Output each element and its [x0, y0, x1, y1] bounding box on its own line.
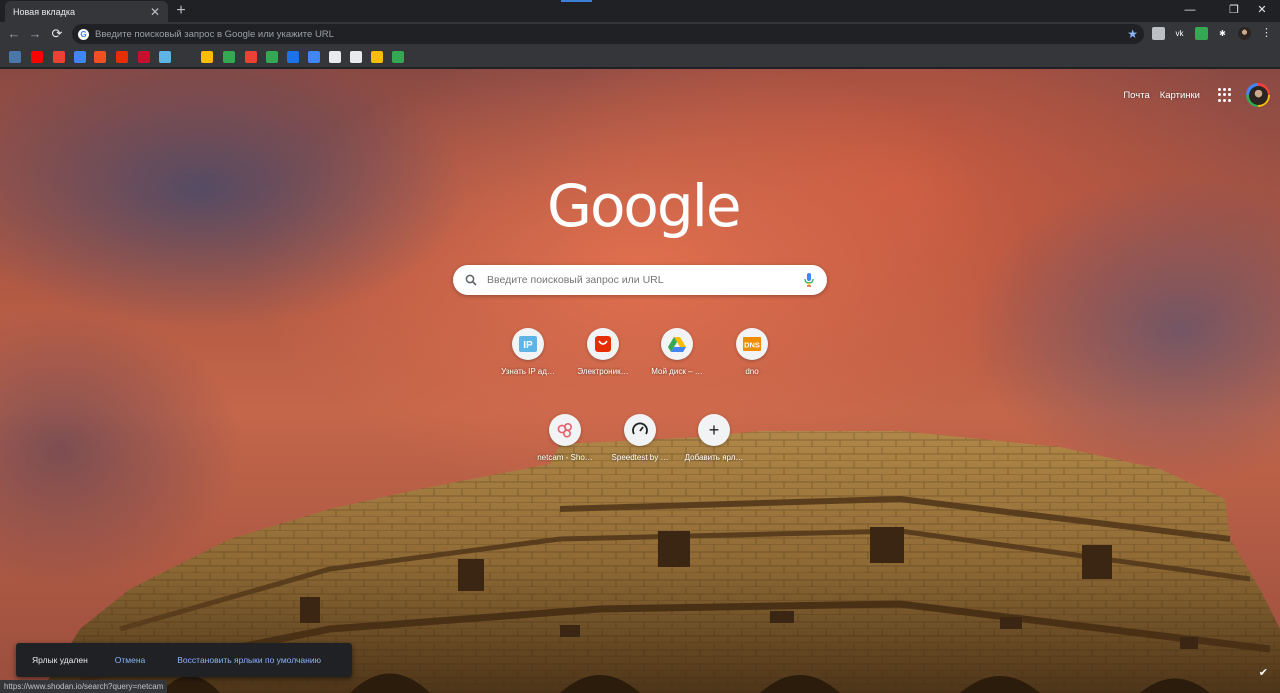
- tab-strip: Новая вкладка ✕ + — ❐ ✕: [0, 0, 1280, 22]
- shortcut-tile[interactable]: Электроник…: [565, 322, 641, 386]
- maps-bookmark-icon[interactable]: [266, 51, 278, 63]
- gmail-bookmark-icon[interactable]: [53, 51, 65, 63]
- dns-icon: DNS: [743, 337, 761, 351]
- profile-avatar-icon[interactable]: [1238, 27, 1251, 40]
- speedtest-icon: [632, 422, 648, 435]
- restore-defaults-button[interactable]: Восстановить ярлыки по умолчанию: [177, 655, 321, 665]
- new-tab-button[interactable]: +: [172, 2, 190, 20]
- shield-extension-icon[interactable]: [1195, 27, 1208, 40]
- drive-icon: [668, 337, 686, 352]
- images-link[interactable]: Картинки: [1160, 90, 1200, 101]
- shortcut-icon-circle: [587, 328, 619, 360]
- shortcut-label: Электроник…: [577, 367, 629, 376]
- scanner-bookmark-icon[interactable]: [329, 51, 341, 63]
- shortcut-tile[interactable]: Speedtest by …: [602, 408, 678, 472]
- google-g-icon: G: [78, 28, 89, 40]
- shortcut-icon-circle: [661, 328, 693, 360]
- new-tab-page: Почта Картинки Google Введите поисковый …: [0, 69, 1280, 693]
- search-input[interactable]: [487, 274, 803, 286]
- google-logo: Google: [547, 172, 742, 240]
- extension-tile-icon[interactable]: [1152, 27, 1165, 40]
- ip-icon: IP: [519, 336, 537, 352]
- search-icon: [465, 274, 477, 286]
- shortcut-label: dno: [745, 367, 759, 376]
- shortcut-label: Добавить ярл…: [684, 453, 744, 462]
- omnibox-placeholder: Введите поисковый запрос в Google или ук…: [95, 28, 334, 40]
- svg-text:DNS: DNS: [744, 341, 760, 350]
- shortcut-icon-circle: DNS: [736, 328, 768, 360]
- tab-close-icon[interactable]: ✕: [150, 6, 160, 18]
- vk-bookmark-icon[interactable]: [9, 51, 21, 63]
- youtube-bookmark-icon[interactable]: [31, 51, 43, 63]
- wave-bookmark-icon[interactable]: [287, 51, 299, 63]
- avatar-image: [1248, 85, 1268, 105]
- search-box[interactable]: [453, 265, 827, 295]
- account-avatar[interactable]: [1246, 83, 1270, 107]
- puzzle-extensions-icon[interactable]: ✱: [1216, 27, 1229, 40]
- mail-link[interactable]: Почта: [1123, 90, 1149, 101]
- ip-bookmark-icon[interactable]: [159, 51, 171, 63]
- plus-icon: +: [708, 420, 720, 440]
- back-button[interactable]: ←: [5, 25, 23, 43]
- shortcut-tile[interactable]: Мой диск – …: [639, 322, 715, 386]
- toast-message: Ярлык удален: [32, 655, 88, 665]
- menu-kebab-icon[interactable]: ⋮: [1260, 27, 1273, 40]
- status-bar-url: https://www.shodan.io/search?query=netca…: [0, 680, 168, 693]
- microphone-icon[interactable]: [803, 273, 815, 287]
- shortcut-tile[interactable]: IP Узнать IP ад…: [490, 322, 566, 386]
- shortcut-label: Speedtest by …: [611, 453, 669, 462]
- apps-grid-icon[interactable]: [1218, 88, 1232, 102]
- shortcut-label: Мой диск – …: [651, 367, 703, 376]
- colorful-bookmark-icon[interactable]: [201, 51, 213, 63]
- svg-text:IP: IP: [523, 340, 533, 351]
- toolbar: ← → ⟳ G Введите поисковый запрос в Googl…: [0, 22, 1280, 46]
- shortcut-label: Узнать IP ад…: [501, 367, 555, 376]
- customize-icon[interactable]: ✔: [1259, 666, 1268, 679]
- shortcut-removed-toast: Ярлык удален Отмена Восстановить ярлыки …: [16, 643, 352, 677]
- microsoft-bookmark-icon[interactable]: [94, 51, 106, 63]
- maps-bookmark-icon-2[interactable]: [371, 51, 383, 63]
- google-doc-bookmark-icon[interactable]: [308, 51, 320, 63]
- drive-bookmark-icon[interactable]: [392, 51, 404, 63]
- photos-bookmark-icon[interactable]: [223, 51, 235, 63]
- shortcut-label: netcam - Sho…: [537, 453, 593, 462]
- shortcut-icon-circle: [549, 414, 581, 446]
- aliexpress-bookmark-icon[interactable]: [116, 51, 128, 63]
- shodan-bookmark-icon[interactable]: [138, 51, 150, 63]
- shortcut-tile[interactable]: netcam - Sho…: [527, 408, 603, 472]
- aliexpress-icon: [595, 336, 611, 352]
- tab-new-tab[interactable]: Новая вкладка ✕: [5, 1, 168, 22]
- forward-button[interactable]: →: [26, 25, 44, 43]
- bookmark-star-icon[interactable]: ★: [1127, 27, 1138, 41]
- close-window-button[interactable]: ✕: [1244, 0, 1280, 20]
- shodan-icon: [557, 422, 573, 438]
- bookmarks-bar: [0, 46, 1280, 68]
- shortcut-icon-circle: [624, 414, 656, 446]
- shortcut-icon-circle: +: [698, 414, 730, 446]
- browser-window: Новая вкладка ✕ + — ❐ ✕ ← → ⟳ G Введите …: [0, 0, 1280, 693]
- vk-icon[interactable]: vk: [1173, 27, 1186, 40]
- omnibox[interactable]: G Введите поисковый запрос в Google или …: [72, 24, 1144, 44]
- window-accent-line: [561, 0, 592, 2]
- top-links: Почта Картинки: [1123, 83, 1280, 107]
- shortcut-tile[interactable]: DNS dno: [714, 322, 790, 386]
- github-bookmark-icon[interactable]: [350, 51, 362, 63]
- reload-button[interactable]: ⟳: [48, 25, 66, 43]
- shortcut-icon-circle: IP: [512, 328, 544, 360]
- tab-title: Новая вкладка: [13, 6, 76, 17]
- add-shortcut-button[interactable]: + Добавить ярл…: [676, 408, 752, 472]
- undo-button[interactable]: Отмена: [115, 655, 146, 665]
- docs-bookmark-icon[interactable]: [74, 51, 86, 63]
- minimize-button[interactable]: —: [1172, 0, 1208, 20]
- gmail-bookmark-icon-2[interactable]: [245, 51, 257, 63]
